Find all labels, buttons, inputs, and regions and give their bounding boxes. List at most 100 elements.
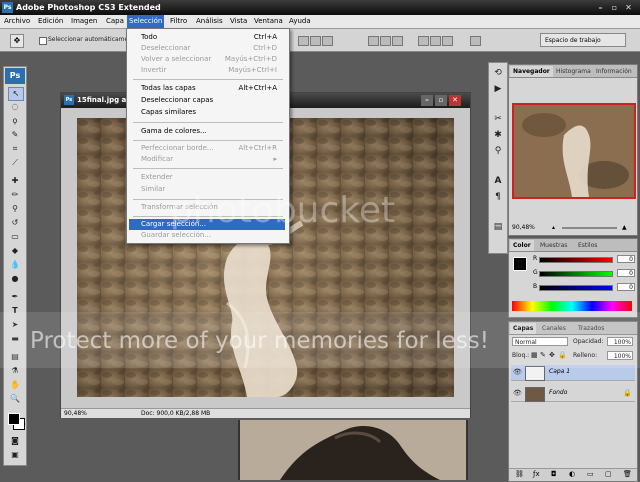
character-panel-icon[interactable]: A [492, 175, 504, 187]
distribute-left-icon[interactable] [418, 36, 429, 46]
tab-histograma[interactable]: Histograma [553, 66, 594, 77]
zoom-level[interactable]: 90,48% [64, 409, 87, 418]
layer-name[interactable]: Fondo [549, 389, 567, 396]
distribute-right-icon[interactable] [442, 36, 453, 46]
menu-item-label: Guardar selección... [141, 231, 211, 239]
tab-informacion[interactable]: Información [593, 66, 635, 77]
channel-g-slider[interactable] [539, 271, 613, 277]
eraser-tool-icon[interactable]: ▭ [8, 231, 22, 243]
slice-tool-icon[interactable]: ⟋ [8, 157, 22, 169]
color-fg-swatch[interactable] [513, 257, 527, 271]
clone-stamp-tool-icon[interactable]: ⚲ [8, 203, 22, 215]
layer-row[interactable]: 👁 Fondo 🔒 [511, 386, 635, 402]
color-spectrum-bar[interactable] [512, 301, 632, 311]
move-tool-icon[interactable]: ↖ [8, 87, 24, 101]
new-group-icon[interactable]: ▭ [587, 470, 594, 478]
menu-imagen[interactable]: Imagen [69, 15, 99, 28]
maximize-icon[interactable]: ▫ [608, 2, 621, 13]
quick-selection-tool-icon[interactable]: ✎ [8, 129, 22, 141]
menu-item-deseleccionar-capas[interactable]: Deseleccionar capas [129, 95, 285, 106]
move-tool-preset-icon[interactable]: ✥ [10, 34, 24, 48]
menu-item-guardar-seleccion[interactable]: Guardar selección... [129, 230, 285, 241]
blur-tool-icon[interactable]: 💧 [8, 259, 22, 271]
hand-tool-icon[interactable]: ✋ [8, 379, 22, 391]
new-layer-icon[interactable]: ▢ [605, 470, 612, 478]
menu-vista[interactable]: Vista [228, 15, 249, 28]
marquee-tool-icon[interactable]: ◌ [8, 101, 22, 113]
menu-item-gama-de-colores[interactable]: Gama de colores... [129, 126, 285, 137]
menu-seleccion[interactable]: Selección [127, 15, 165, 28]
close-icon[interactable]: ✕ [622, 2, 635, 13]
layer-style-icon[interactable]: ƒx [533, 470, 540, 478]
zoom-tool-icon[interactable]: 🔍 [8, 393, 22, 405]
zoom-slider[interactable] [562, 227, 617, 229]
menu-filtro[interactable]: Filtro [168, 15, 189, 28]
channel-b-value[interactable]: 0 [617, 283, 635, 291]
brushes-panel-icon[interactable]: ✱ [492, 129, 504, 141]
foreground-color-swatch[interactable] [8, 413, 20, 425]
menu-item-todas-las-capas[interactable]: Todas las capas Alt+Ctrl+A [129, 83, 285, 94]
align-middle-icon[interactable] [310, 36, 321, 46]
layer-mask-icon[interactable]: ◘ [551, 470, 557, 478]
menu-capa[interactable]: Capa [104, 15, 126, 28]
distribute-bottom-icon[interactable] [392, 36, 403, 46]
pen-tool-icon[interactable]: ✒ [8, 291, 22, 303]
menu-item-volver-a-seleccionar[interactable]: Volver a seleccionar Mayús+Ctrl+D [129, 54, 285, 65]
doc-minimize-icon[interactable]: – [421, 95, 433, 106]
channel-g-value[interactable]: 0 [617, 269, 635, 277]
tab-muestras[interactable]: Muestras [537, 240, 570, 251]
menu-item-invertir[interactable]: Invertir Mayús+Ctrl+I [129, 65, 285, 76]
navigator-thumbnail[interactable] [512, 103, 636, 199]
tab-estilos[interactable]: Estilos [575, 240, 600, 251]
history-brush-tool-icon[interactable]: ↺ [8, 217, 22, 229]
align-bottom-icon[interactable] [322, 36, 333, 46]
tool-presets-icon[interactable]: ✂ [492, 113, 504, 125]
menu-item-extender[interactable]: Extender [129, 172, 285, 183]
menu-ayuda[interactable]: Ayuda [287, 15, 313, 28]
auto-select-checkbox[interactable] [39, 37, 47, 45]
doc-maximize-icon[interactable]: ▫ [435, 95, 447, 106]
tab-color[interactable]: Color [510, 240, 534, 251]
crop-tool-icon[interactable]: ⌗ [8, 143, 22, 155]
distribute-middle-icon[interactable] [380, 36, 391, 46]
menu-archivo[interactable]: Archivo [2, 15, 32, 28]
minimize-icon[interactable]: – [594, 2, 607, 13]
distribute-top-icon[interactable] [368, 36, 379, 46]
menu-edicion[interactable]: Edición [36, 15, 65, 28]
layer-visibility-eye-icon[interactable]: 👁 [513, 368, 522, 377]
doc-close-icon[interactable]: ✕ [449, 95, 461, 106]
menu-item-deseleccionar[interactable]: Deseleccionar Ctrl+D [129, 43, 285, 54]
quick-mask-icon[interactable]: ◙ [8, 435, 22, 447]
adjustment-layer-icon[interactable]: ◐ [569, 470, 575, 478]
tab-navegador[interactable]: Navegador [510, 66, 553, 77]
align-top-icon[interactable] [298, 36, 309, 46]
menu-ventana[interactable]: Ventana [252, 15, 285, 28]
link-layers-icon[interactable]: ⛓ [515, 470, 524, 478]
menu-item-shortcut: Mayús+Ctrl+I [228, 66, 277, 74]
menu-analisis[interactable]: Análisis [194, 15, 225, 28]
clone-source-icon[interactable]: ⚲ [492, 145, 504, 157]
healing-brush-tool-icon[interactable]: ✚ [8, 175, 22, 187]
layer-visibility-eye-icon[interactable]: 👁 [513, 389, 522, 398]
menu-item-modificar[interactable]: Modificar ▸ [129, 154, 285, 165]
channel-r-value[interactable]: 0 [617, 255, 635, 263]
menu-item-perfeccionar-borde[interactable]: Perfeccionar borde... Alt+Ctrl+R [129, 143, 285, 154]
workspace-button[interactable]: Espacio de trabajo [540, 33, 626, 47]
channel-b-slider[interactable] [539, 285, 613, 291]
menu-item-todo[interactable]: Todo Ctrl+A [129, 32, 285, 43]
delete-layer-icon[interactable]: 🗑 [623, 470, 632, 478]
lasso-tool-icon[interactable]: ϙ [8, 115, 22, 127]
dodge-tool-icon[interactable]: ● [8, 273, 22, 285]
screen-mode-icon[interactable]: ▣ [8, 449, 22, 461]
channel-r-slider[interactable] [539, 257, 613, 263]
layer-name[interactable]: Capa 1 [549, 368, 570, 375]
auto-align-icon[interactable] [470, 36, 481, 46]
zoom-in-icon[interactable]: ▲ [622, 223, 627, 233]
menu-item-capas-similares[interactable]: Capas similares [129, 107, 285, 118]
doc-size-info[interactable]: Doc: 900,0 KB/2,88 MB [141, 409, 210, 418]
actions-panel-icon[interactable]: ▶ [492, 83, 504, 95]
distribute-center-icon[interactable] [430, 36, 441, 46]
paint-bucket-tool-icon[interactable]: ◆ [8, 245, 22, 257]
history-panel-icon[interactable]: ⟲ [492, 67, 504, 79]
brush-tool-icon[interactable]: ✏ [8, 189, 22, 201]
